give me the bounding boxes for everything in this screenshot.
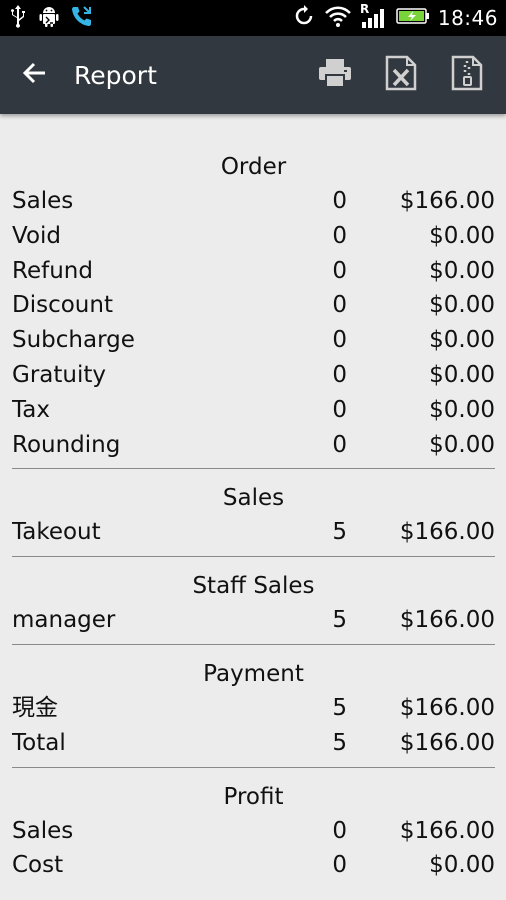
report-row: Refund 0 $0.00	[12, 254, 495, 289]
row-amount: $166.00	[399, 729, 495, 756]
row-label: manager	[12, 607, 116, 634]
row-amount: $0.00	[429, 327, 495, 354]
row-label: Void	[12, 222, 62, 249]
android-debug-icon	[38, 4, 60, 32]
row-count: 0	[332, 292, 347, 319]
call-forward-icon	[70, 4, 94, 32]
row-label: Discount	[12, 292, 113, 319]
section-title: Profit	[223, 783, 284, 810]
row-label: Cost	[12, 852, 64, 879]
report-row: manager 5 $166.00	[12, 603, 495, 638]
section-title: Sales	[222, 485, 285, 512]
row-label: Sales	[12, 188, 74, 214]
signal-icon: R	[360, 2, 388, 34]
wifi-icon	[324, 4, 352, 32]
row-count: 0	[332, 257, 347, 284]
row-count: 0	[332, 817, 347, 844]
row-count: 5	[332, 607, 347, 634]
zip-file-icon	[451, 55, 483, 95]
row-amount: $0.00	[429, 431, 495, 458]
row-amount: $0.00	[429, 257, 495, 284]
row-amount: $0.00	[429, 292, 495, 319]
row-count: 5	[332, 694, 347, 721]
status-system: R 18:46	[292, 2, 498, 34]
report-section-staff-sales: Staff Sales manager 5 $166.00	[12, 569, 495, 645]
row-count: 0	[332, 852, 347, 879]
row-label: Subcharge	[12, 327, 135, 354]
row-label: Sales	[12, 817, 74, 844]
row-count: 0	[332, 188, 347, 214]
back-button[interactable]	[0, 36, 70, 114]
row-count: 0	[332, 222, 347, 249]
status-notifications	[8, 4, 94, 32]
report-section-sales: Sales Takeout 5 $166.00	[12, 481, 495, 558]
row-amount: $166.00	[399, 607, 495, 634]
row-label: 現金	[12, 694, 58, 721]
page-title: Report	[74, 60, 157, 90]
report-row: Total 5 $166.00	[12, 726, 495, 761]
report-row: Gratuity 0 $0.00	[12, 358, 495, 393]
print-icon	[318, 58, 352, 92]
action-buttons	[302, 36, 500, 114]
export-excel-button[interactable]	[368, 36, 434, 114]
report-section-payment: Payment 現金 5 $166.00 Total 5 $166.00	[12, 657, 495, 768]
report-row: Cost 0 $0.00	[12, 848, 495, 883]
row-label: Tax	[12, 396, 50, 423]
report-row: Takeout 5 $166.00	[12, 515, 495, 550]
back-arrow-icon	[21, 59, 49, 91]
row-count: 0	[332, 396, 347, 423]
row-amount: $0.00	[429, 852, 495, 879]
usb-icon	[8, 4, 28, 32]
print-button[interactable]	[302, 36, 368, 114]
row-count: 0	[332, 327, 347, 354]
report-row: 現金 5 $166.00	[12, 691, 495, 726]
action-bar: Report	[0, 36, 506, 114]
report-section-profit: Profit Sales 0 $166.00 Cost 0 $0.00	[12, 780, 495, 888]
row-amount: $0.00	[429, 222, 495, 249]
row-count: 0	[332, 361, 347, 388]
row-amount: $0.00	[429, 361, 495, 388]
section-title: Order	[220, 154, 287, 180]
row-amount: $166.00	[399, 694, 495, 721]
sync-icon	[292, 4, 316, 32]
export-zip-button[interactable]	[434, 36, 500, 114]
row-label: Takeout	[12, 519, 101, 546]
roaming-indicator: R	[360, 2, 369, 16]
row-amount: $166.00	[399, 519, 495, 546]
report-row: Rounding 0 $0.00	[12, 428, 495, 463]
row-label: Total	[12, 729, 66, 756]
row-label: Refund	[12, 257, 93, 284]
row-count: 5	[332, 519, 347, 546]
report-row: Discount 0 $0.00	[12, 288, 495, 323]
row-count: 0	[332, 431, 347, 458]
row-label: Gratuity	[12, 361, 106, 388]
report-row: Void 0 $0.00	[12, 219, 495, 254]
row-amount: $166.00	[399, 817, 495, 844]
section-title: Payment	[203, 660, 304, 687]
status-bar: R 18:46	[0, 0, 506, 36]
row-amount: $166.00	[399, 188, 495, 214]
row-count: 5	[332, 729, 347, 756]
report-row: Sales 0 $166.00	[12, 814, 495, 849]
report-row: Sales 0 $166.00	[12, 184, 495, 219]
report-section-order: Order Sales 0 $166.00 Void 0 $0.00 Refund 0 $0.00…	[12, 114, 495, 470]
report-row: Subcharge 0 $0.00	[12, 323, 495, 358]
row-amount: $0.00	[429, 396, 495, 423]
row-label: Rounding	[12, 431, 121, 458]
section-title: Staff Sales	[192, 573, 315, 600]
report-row: Tax 0 $0.00	[12, 393, 495, 428]
battery-charging-icon	[396, 5, 430, 31]
status-time: 18:46	[437, 6, 498, 30]
excel-export-icon	[385, 55, 417, 95]
report-content[interactable]: Order Sales 0 $166.00 Void 0 $0.00 Refund 0 $0.00…	[12, 114, 495, 888]
